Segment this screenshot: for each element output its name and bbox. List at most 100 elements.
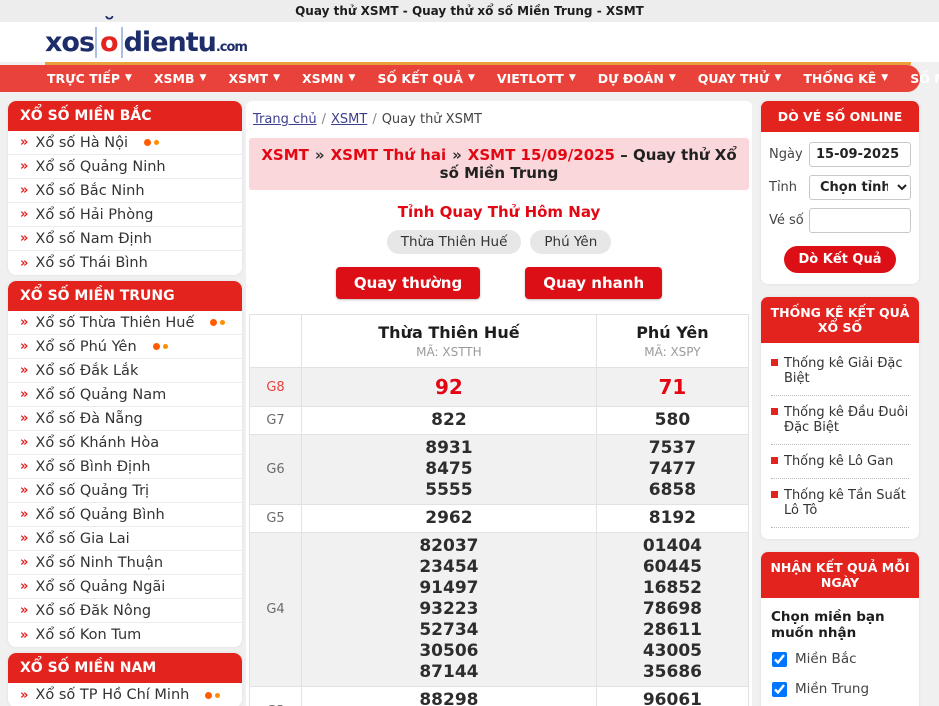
nav-item-xsmb[interactable]: XSMB▼	[143, 71, 218, 86]
sidebar-item-xo-so-dak-lak[interactable]: »Xổ số Đắk Lắk	[8, 359, 242, 383]
sidebar-item-xo-so-phu-yen[interactable]: »Xổ số Phú Yên	[8, 335, 242, 359]
nav-item-quay-thu[interactable]: QUAY THỬ▼	[687, 71, 793, 86]
prize-numbers: 893184755555	[302, 435, 597, 505]
nav-item-so-ket-qua[interactable]: SỐ KẾT QUẢ▼	[366, 71, 485, 86]
nav-item-so-mo[interactable]: SỐ MƠ	[899, 71, 939, 86]
sidebar-item-xo-so-gia-lai[interactable]: »Xổ số Gia Lai	[8, 527, 242, 551]
double-chevron-right-icon: »	[20, 256, 28, 271]
spin-normal-button[interactable]: Quay thường	[336, 267, 480, 299]
results-table: Thừa Thiên HuếMÃ: XSTTHPhú YênMÃ: XSPYG8…	[249, 314, 749, 706]
field-label-date: Ngày	[769, 147, 809, 162]
statistics-list: Thống kê Giải Đặc BiệtThống kê Đầu Đuôi …	[761, 347, 919, 528]
sidebar-item-xo-so-bac-ninh[interactable]: »Xổ số Bắc Ninh	[8, 179, 242, 203]
province-name: Phú Yên	[597, 315, 748, 342]
prize-number: 91497	[302, 578, 596, 599]
prize-number: 35686	[597, 662, 748, 683]
prize-number: 580	[597, 410, 748, 431]
sidebar-item-xo-so-ninh-thuan[interactable]: »Xổ số Ninh Thuận	[8, 551, 242, 575]
sidebar-item-xo-so-ha-noi[interactable]: »Xổ số Hà Nội	[8, 131, 242, 155]
nav-item-vietlott[interactable]: VIETLOTT▼	[486, 71, 587, 86]
spin-fast-button[interactable]: Quay nhanh	[525, 267, 662, 299]
sidebar-item-xo-so-dak-nong[interactable]: »Xổ số Đăk Nông	[8, 599, 242, 623]
subscribe-panel: NHẬN KẾT QUẢ MỖI NGÀY Chọn miền bạn muốn…	[761, 552, 919, 706]
double-chevron-right-icon: »	[20, 435, 28, 450]
statistics-panel: THỐNG KÊ KẾT QUẢ XỔ SỐ Thống kê Giải Đặc…	[761, 297, 919, 539]
banner-link-xsmt-thu-hai[interactable]: XSMT Thứ hai	[331, 146, 447, 164]
prize-number: 82037	[302, 536, 596, 557]
chevron-down-icon: ▼	[273, 74, 280, 83]
sidebar-item-xo-so-hai-phong[interactable]: »Xổ số Hải Phòng	[8, 203, 242, 227]
sidebar-item-xo-so-tp-ho-chi-minh[interactable]: » Xổ số TP Hồ Chí Minh	[8, 683, 242, 706]
prize-label: G4	[250, 533, 302, 687]
nav-item-du-doan[interactable]: DỰ ĐOÁN▼	[587, 71, 687, 86]
sidebar-item-label: Xổ số Quảng Nam	[35, 387, 166, 403]
chevron-down-icon: ▼	[125, 74, 132, 83]
prize-label: G8	[250, 368, 302, 407]
field-label-ticket: Vé số	[769, 213, 809, 228]
prize-numbers: 9606123383	[596, 687, 748, 706]
sidebar-section-title: XỔ SỐ MIỀN BẮC	[8, 101, 242, 131]
chevron-down-icon: ▼	[669, 74, 676, 83]
region-checkbox-mien-trung[interactable]	[772, 682, 787, 697]
sidebar-section-title: XỔ SỐ MIỀN NAM	[8, 653, 242, 683]
sidebar-item-label: Xổ số Bình Định	[35, 459, 150, 475]
sidebar-item-label: Xổ số Nam Định	[35, 231, 152, 247]
date-input[interactable]	[809, 142, 911, 167]
region-checkbox-mien-bac[interactable]	[772, 652, 787, 667]
sidebar-item-xo-so-da-nang[interactable]: »Xổ số Đà Nẵng	[8, 407, 242, 431]
sidebar-item-label: Xổ số Bắc Ninh	[35, 183, 144, 199]
nav-item-truc-tiep[interactable]: TRỰC TIẾP▼	[36, 71, 143, 86]
sidebar-item-label: Xổ số Phú Yên	[35, 339, 136, 355]
sidebar-item-xo-so-quang-nam[interactable]: »Xổ số Quảng Nam	[8, 383, 242, 407]
double-chevron-right-icon: »	[20, 555, 28, 570]
sidebar-item-xo-so-thai-binh[interactable]: »Xổ số Thái Bình	[8, 251, 242, 275]
logo-text-before: xos	[45, 27, 94, 58]
sidebar-item-label: Xổ số TP Hồ Chí Minh	[35, 687, 189, 703]
page-body: XỔ SỐ MIỀN BẮC»Xổ số Hà Nội»Xổ số Quảng …	[0, 101, 939, 706]
sidebar-item-xo-so-binh-dinh[interactable]: »Xổ số Bình Định	[8, 455, 242, 479]
stats-link-thong-ke-lo-gan[interactable]: Thống kê Lô Gan	[771, 445, 909, 479]
double-chevron-right-icon: »	[20, 207, 28, 222]
double-chevron-right-icon: »	[20, 159, 28, 174]
breadcrumb-trang-chu[interactable]: Trang chủ	[253, 112, 317, 127]
sidebar-item-xo-so-khanh-hoa[interactable]: »Xổ số Khánh Hòa	[8, 431, 242, 455]
sidebar-item-xo-so-quang-ninh[interactable]: »Xổ số Quảng Ninh	[8, 155, 242, 179]
field-row-province: TỉnhChọn tỉnh	[761, 169, 919, 202]
nav-item-thong-ke[interactable]: THỐNG KÊ▼	[792, 71, 899, 86]
breadcrumb-quay-thu-xsmt: Quay thử XSMT	[382, 112, 482, 127]
ticket-check-panel: DÒ VÉ SỐ ONLINE NgàyTỉnhChọn tỉnhVé số D…	[761, 101, 919, 284]
banner-link-xsmt[interactable]: XSMT	[261, 146, 309, 164]
stats-link-thong-ke-tan-suat-lo-to[interactable]: Thống kê Tần Suất Lô Tô	[771, 479, 909, 528]
stats-link-thong-ke-dau-duoi-dac-biet[interactable]: Thống kê Đầu Đuôi Đặc Biệt	[771, 396, 909, 445]
site-logo[interactable]: xos˘odientu.com	[45, 27, 247, 58]
check-result-button[interactable]: Dò Kết Quả	[784, 246, 897, 273]
prize-number: 6858	[597, 480, 748, 501]
banner-link-xsmt-15-09-2025[interactable]: XSMT 15/09/2025	[468, 146, 615, 164]
province-pill-phu-yen: Phú Yên	[530, 230, 611, 254]
sidebar-item-xo-so-quang-ngai[interactable]: »Xổ số Quảng Ngãi	[8, 575, 242, 599]
prize-number: 16852	[597, 578, 748, 599]
prize-number: 93223	[302, 599, 596, 620]
topbar-title: Quay thử XSMT - Quay thử xổ số Miền Trun…	[295, 4, 644, 18]
prize-row-g5: G529628192	[250, 505, 749, 533]
sidebar-item-xo-so-quang-tri[interactable]: »Xổ số Quảng Trị	[8, 479, 242, 503]
ticket-input[interactable]	[809, 208, 911, 233]
prize-number: 87144	[302, 662, 596, 683]
prize-numbers: 71	[596, 368, 748, 407]
double-chevron-right-icon: »	[20, 688, 28, 703]
live-indicator-dot	[210, 319, 217, 326]
nav-item-xsmn[interactable]: XSMN▼	[291, 71, 366, 86]
breadcrumb-xsmt[interactable]: XSMT	[331, 112, 367, 127]
province-select[interactable]: Chọn tỉnh	[809, 175, 911, 200]
prize-number: 7477	[597, 459, 748, 480]
sidebar-item-xo-so-quang-binh[interactable]: »Xổ số Quảng Bình	[8, 503, 242, 527]
sidebar-item-xo-so-kon-tum[interactable]: »Xổ số Kon Tum	[8, 623, 242, 647]
sidebar-item-xo-so-thua-thien-hue[interactable]: »Xổ số Thừa Thiên Huế	[8, 311, 242, 335]
sidebar-item-label: Xổ số Đăk Nông	[35, 603, 151, 619]
prize-number: 01404	[597, 536, 748, 557]
double-chevron-right-icon: »	[20, 531, 28, 546]
banner-separator: »	[452, 146, 462, 164]
nav-item-xsmt[interactable]: XSMT▼	[217, 71, 291, 86]
sidebar-item-xo-so-nam-dinh[interactable]: »Xổ số Nam Định	[8, 227, 242, 251]
stats-link-thong-ke-giai-dac-biet[interactable]: Thống kê Giải Đặc Biệt	[771, 347, 909, 396]
